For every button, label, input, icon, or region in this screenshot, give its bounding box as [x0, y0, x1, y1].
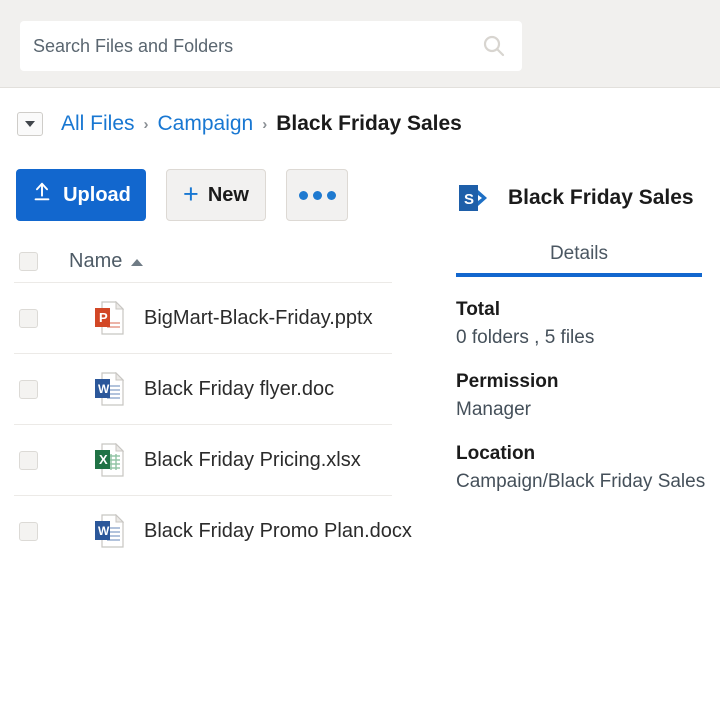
column-header-name[interactable]: Name: [69, 249, 144, 273]
row-checkbox[interactable]: [19, 450, 38, 470]
details-pane: S Black Friday Sales Details Total 0 fol…: [456, 175, 706, 493]
select-all-checkbox[interactable]: [19, 251, 38, 271]
ellipsis-icon: [298, 190, 308, 200]
row-checkbox[interactable]: [19, 521, 38, 541]
detail-label: Total: [456, 299, 500, 320]
upload-button[interactable]: Upload: [16, 169, 146, 221]
breadcrumb: All Files › Campaign › Black Friday Sale…: [17, 107, 462, 141]
plus-icon: +: [183, 178, 199, 209]
new-button-label: New: [207, 183, 249, 206]
table-row[interactable]: X Black Friday Pricing.xlsx: [14, 425, 392, 496]
detail-field-total: Total 0 folders , 5 files: [456, 299, 702, 349]
more-options-button[interactable]: [286, 169, 348, 221]
powerpoint-file-icon: P: [94, 300, 125, 335]
file-name-label: BigMart-Black-Friday.pptx: [144, 306, 373, 329]
new-button[interactable]: + New: [166, 169, 266, 221]
detail-value: Campaign/Black Friday Sales: [456, 471, 706, 492]
breadcrumb-item-all-files[interactable]: All Files: [61, 112, 135, 136]
sort-ascending-icon: [131, 258, 144, 266]
svg-text:W: W: [98, 524, 110, 538]
table-row[interactable]: P BigMart-Black-Friday.pptx: [14, 283, 392, 354]
excel-file-icon: X: [94, 442, 125, 477]
svg-text:P: P: [99, 310, 108, 325]
search-header-band: [0, 0, 720, 88]
search-icon[interactable]: [482, 34, 506, 58]
search-input[interactable]: [33, 35, 453, 57]
table-row[interactable]: W Black Friday Promo Plan.docx: [14, 496, 412, 566]
upload-arrow-icon: [31, 181, 53, 209]
breadcrumb-dropdown-button[interactable]: [17, 112, 43, 136]
breadcrumb-separator: ›: [262, 115, 268, 133]
details-title: Black Friday Sales: [508, 186, 694, 209]
file-list: Name P BigMart-Black-Friday.pptx W Black…: [14, 240, 412, 566]
svg-text:S: S: [464, 191, 474, 208]
caret-down-icon: [25, 121, 35, 127]
table-row[interactable]: W Black Friday flyer.doc: [14, 354, 392, 425]
file-name-label: Black Friday Pricing.xlsx: [144, 448, 361, 471]
detail-field-permission: Permission Manager: [456, 371, 702, 421]
detail-label: Permission: [456, 371, 559, 392]
breadcrumb-item-campaign[interactable]: Campaign: [158, 112, 254, 136]
details-header: S Black Friday Sales: [456, 175, 702, 221]
ellipsis-icon: [312, 190, 322, 200]
svg-text:W: W: [98, 382, 110, 396]
svg-text:X: X: [99, 452, 108, 467]
word-file-icon: W: [94, 513, 125, 548]
detail-field-location: Location Campaign/Black Friday Sales: [456, 443, 706, 493]
row-checkbox[interactable]: [19, 379, 38, 399]
row-checkbox[interactable]: [19, 308, 38, 328]
detail-label: Location: [456, 443, 536, 464]
column-header-name-label: Name: [69, 249, 123, 272]
file-name-label: Black Friday Promo Plan.docx: [144, 519, 412, 542]
search-box[interactable]: [20, 21, 522, 71]
upload-button-label: Upload: [63, 183, 131, 206]
breadcrumb-separator: ›: [143, 115, 149, 133]
tab-details[interactable]: Details: [550, 243, 608, 264]
toolbar: Upload + New: [16, 169, 348, 221]
details-tabs: Details: [456, 243, 702, 277]
file-name-label: Black Friday flyer.doc: [144, 377, 335, 400]
breadcrumb-item-current: Black Friday Sales: [276, 112, 462, 135]
ellipsis-icon: [326, 190, 336, 200]
detail-value: Manager: [456, 399, 531, 420]
detail-value: 0 folders , 5 files: [456, 327, 595, 348]
file-list-header: Name: [14, 240, 392, 283]
word-file-icon: W: [94, 371, 125, 406]
sharepoint-logo-icon: S: [456, 179, 494, 217]
